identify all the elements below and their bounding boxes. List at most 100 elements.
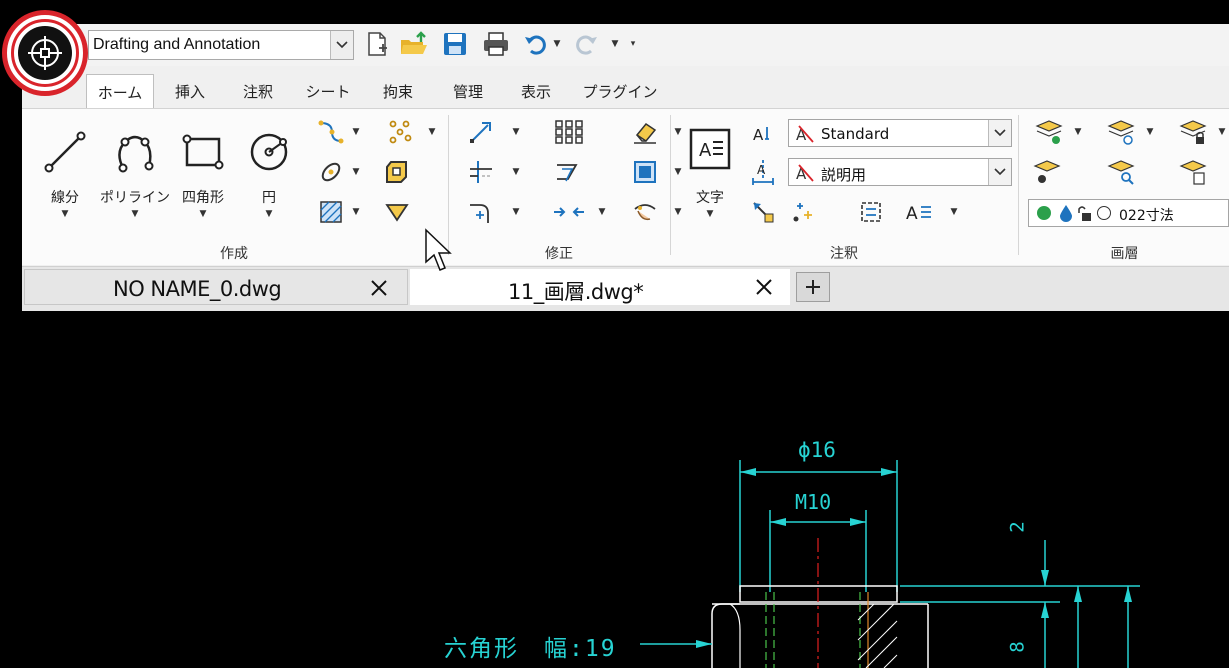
open-folder-icon[interactable] [398,29,430,59]
drawing-canvas[interactable]: ϕ16 M10 2 8 六角形 幅:19 [0,310,1229,668]
doc-tab-label: NO NAME_0.dwg [113,277,282,301]
tab-constraint[interactable]: 拘束 [372,76,424,106]
tab-plugins[interactable]: プラグイン [580,76,660,106]
line-button[interactable]: 線分 [42,187,88,207]
smart-dimension-icon[interactable] [788,197,818,227]
layer-states-icon[interactable] [1176,157,1210,187]
plus-icon [806,280,820,294]
save-icon[interactable] [440,29,470,59]
panel-layers-title[interactable]: 画層 [1020,243,1229,263]
layer-unlock-icon[interactable] [1077,204,1093,226]
circle-icon[interactable] [246,129,292,175]
tab-home[interactable]: ホーム [86,74,154,109]
polyline-button[interactable]: ポリライン [100,187,170,207]
line-icon[interactable] [42,129,88,175]
chevron-down-icon[interactable] [330,31,353,59]
workspace-select[interactable]: Drafting and Annotation [88,30,354,60]
text-style-select[interactable]: A Standard [788,119,1012,147]
spline-dropdown-icon[interactable]: ▼ [350,125,362,139]
trim-dropdown-icon[interactable]: ▼ [510,165,522,179]
trim-icon[interactable] [466,157,496,187]
redo-icon[interactable] [574,29,600,59]
chevron-down-icon[interactable] [988,120,1011,146]
print-icon[interactable] [480,29,512,59]
dimension-style-icon[interactable]: A [748,157,778,187]
panel-modify-title[interactable]: 修正 [450,243,668,263]
rectangle-icon[interactable] [180,129,226,175]
layer-lock-dropdown-icon[interactable]: ▼ [1216,125,1228,139]
edit-text-dropdown-icon[interactable]: ▼ [948,205,960,219]
crosshair-icon [18,26,72,80]
doc-tab-active[interactable]: 11_画層.dwg* [410,269,790,305]
point-icon[interactable] [386,117,416,147]
circle-button[interactable]: 円 [246,187,292,207]
layer-new-dropdown-icon[interactable]: ▼ [1144,125,1156,139]
application-window: Drafting and Annotation ▼ ▼ ▾ ホーム 挿入 注釈 … [22,24,1229,311]
undo-icon[interactable] [522,29,548,59]
stretch-icon[interactable] [550,197,588,227]
erase-icon[interactable] [630,117,660,147]
text-button[interactable]: 文字 [686,187,734,207]
layer-new-icon[interactable] [1104,117,1138,147]
hatch-dropdown-icon[interactable]: ▼ [350,205,362,219]
spline-icon[interactable] [316,117,346,147]
fillet-dropdown-icon[interactable]: ▼ [510,205,522,219]
stretch-dropdown-icon[interactable]: ▼ [596,205,608,219]
fillet-icon[interactable] [466,197,496,227]
ellipse-dropdown-icon[interactable]: ▼ [350,165,362,179]
layer-select[interactable]: 022寸法 [1028,199,1229,227]
layer-lock-icon[interactable] [1176,117,1210,147]
match-properties-icon[interactable] [630,197,660,227]
chevron-down-icon[interactable] [988,159,1011,185]
region-icon[interactable] [382,157,412,187]
tab-annotate[interactable]: 注釈 [232,76,284,106]
array-icon[interactable] [552,117,586,147]
new-tab-button[interactable] [796,272,830,302]
properties-icon[interactable] [630,157,660,187]
layer-color-icon[interactable] [1097,206,1111,220]
tab-insert[interactable]: 挿入 [164,76,216,106]
rectangle-dropdown-icon[interactable]: ▼ [180,209,226,219]
panel-draw-title[interactable]: 作成 [22,243,446,263]
close-icon[interactable] [367,276,391,300]
layer-settings-icon[interactable] [1030,157,1064,187]
polyline-icon[interactable] [112,129,158,175]
layer-properties-dropdown-icon[interactable]: ▼ [1072,125,1084,139]
tab-manage[interactable]: 管理 [440,76,496,106]
tab-sheet[interactable]: シート [300,76,356,106]
customize-qat-icon[interactable]: ▾ [626,29,640,59]
wipeout-icon[interactable] [382,197,412,227]
layer-on-icon[interactable] [1037,206,1051,220]
close-icon[interactable] [752,275,776,299]
edit-text-icon[interactable]: A [904,197,936,227]
leader-icon[interactable] [748,197,778,227]
move-icon[interactable] [466,117,496,147]
layer-search-icon[interactable] [1104,157,1138,187]
layer-properties-icon[interactable] [1032,117,1066,147]
offset-icon[interactable] [552,157,586,187]
text-style-icon[interactable]: A [748,119,778,147]
table-icon[interactable] [856,197,886,227]
move-dropdown-icon[interactable]: ▼ [510,125,522,139]
ellipse-icon[interactable] [316,157,346,187]
circle-dropdown-icon[interactable]: ▼ [246,209,292,219]
line-dropdown-icon[interactable]: ▼ [42,209,88,219]
quick-access-toolbar: Drafting and Annotation ▼ ▼ ▾ [22,24,1229,66]
panel-annotation-title[interactable]: 注釈 [672,243,1016,263]
point-dropdown-icon[interactable]: ▼ [426,125,438,139]
redo-dropdown-icon[interactable]: ▼ [608,29,622,59]
app-menu-button[interactable] [2,10,88,96]
doc-tab-noname[interactable]: NO NAME_0.dwg [24,269,408,305]
polyline-dropdown-icon[interactable]: ▼ [112,209,158,219]
layer-freeze-icon[interactable] [1059,204,1073,226]
text-dropdown-icon[interactable]: ▼ [686,209,734,219]
new-file-icon[interactable] [362,29,392,59]
rectangle-button[interactable]: 四角形 [172,187,234,207]
dimension-style-select[interactable]: A 説明用 [788,158,1012,186]
tab-view[interactable]: 表示 [508,76,564,106]
hatch-icon[interactable] [316,197,346,227]
text-icon[interactable]: A [686,125,734,173]
svg-text:A: A [906,204,918,224]
undo-dropdown-icon[interactable]: ▼ [550,29,564,59]
dimension-style-value: 説明用 [821,166,867,184]
